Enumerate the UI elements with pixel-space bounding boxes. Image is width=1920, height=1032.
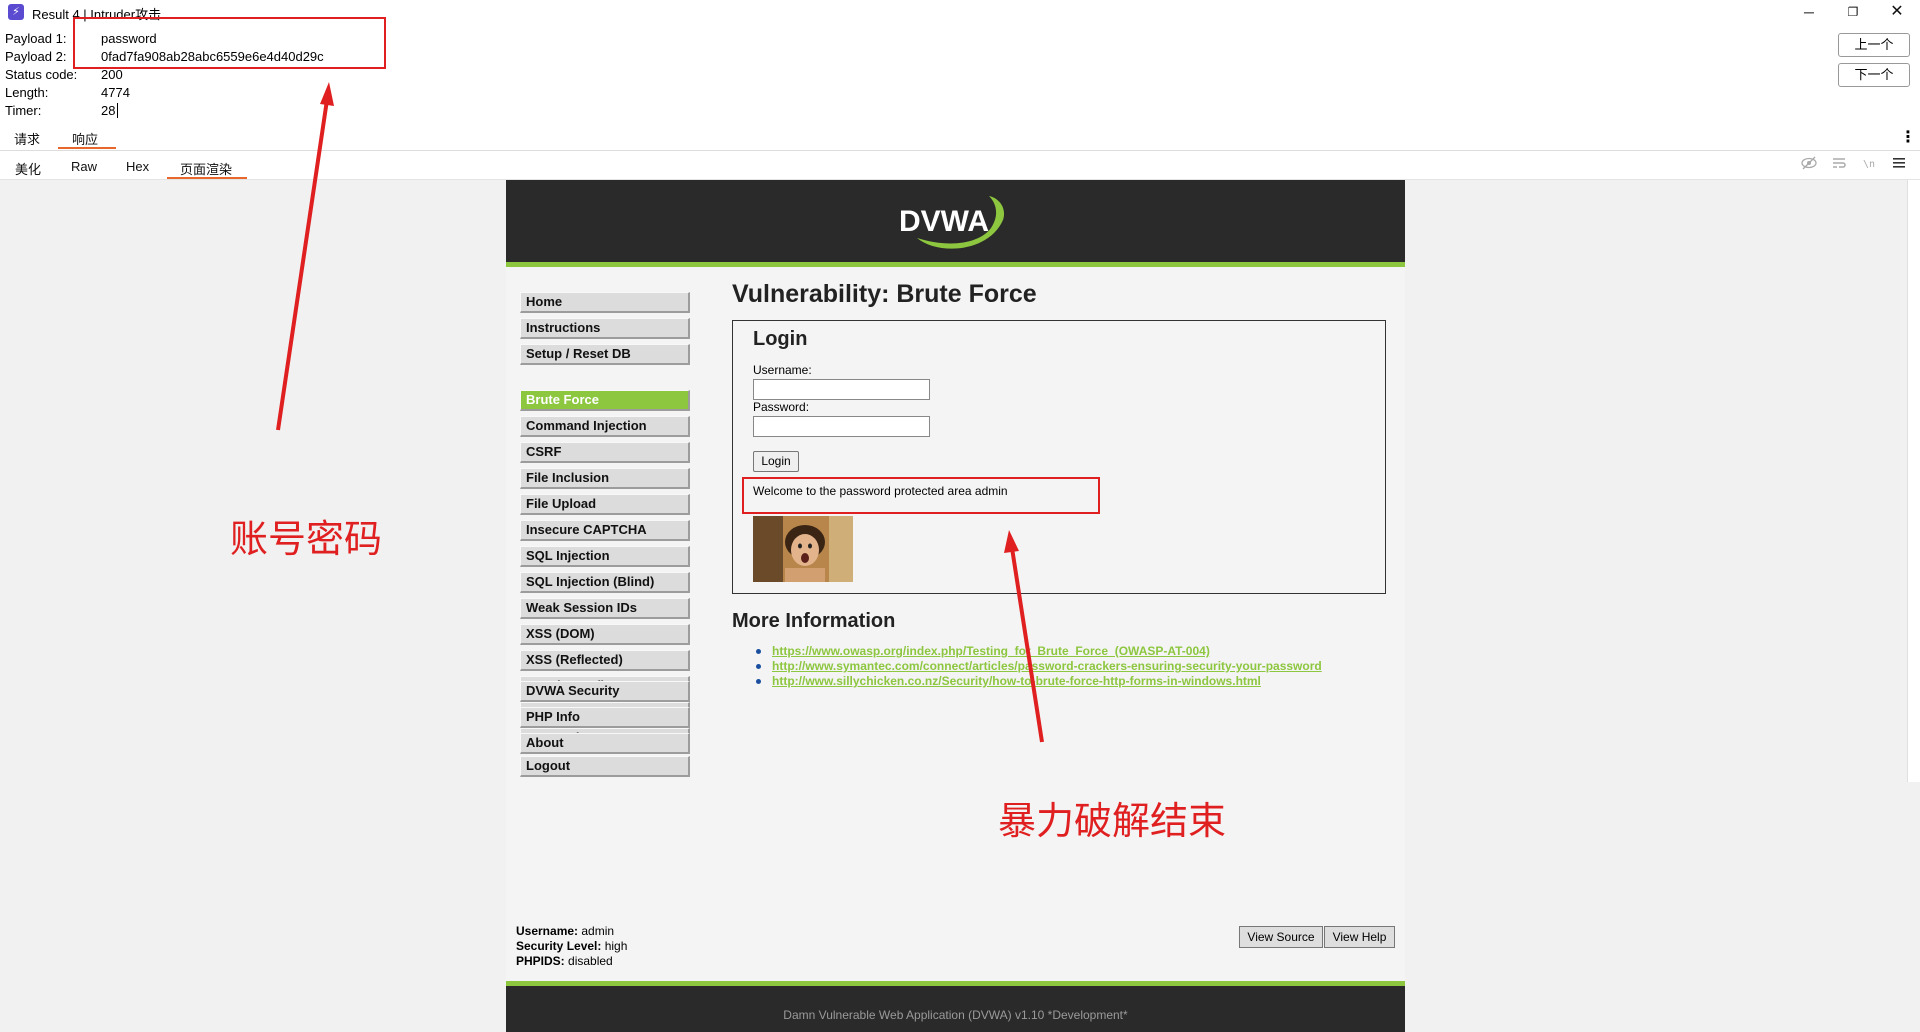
svg-text:\n: \n: [1863, 159, 1875, 170]
sidebar-item-weak-session-ids[interactable]: Weak Session IDs: [520, 598, 690, 619]
vertical-scrollbar[interactable]: [1907, 180, 1920, 782]
credentials-highlight-box: [73, 17, 386, 69]
more-options-icon[interactable]: ⋮: [1900, 127, 1916, 147]
login-title: Login: [753, 328, 808, 350]
dvwa-page: DVWA Home Instructions Setup / Reset DB Bru…: [506, 180, 1405, 1032]
footer-security-label: Security Level:: [516, 939, 602, 953]
minimize-button[interactable]: ─: [1786, 0, 1832, 24]
sidebar-item-sql-injection-blind[interactable]: SQL Injection (Blind): [520, 572, 690, 593]
owasp-link[interactable]: https://www.owasp.org/index.php/Testing_…: [772, 644, 1210, 658]
welcome-highlight-box: [742, 477, 1100, 514]
sidebar-item-home[interactable]: Home: [520, 292, 690, 313]
view-source-button[interactable]: View Source: [1239, 926, 1323, 948]
sidebar-item-file-inclusion[interactable]: File Inclusion: [520, 468, 690, 489]
text-caret: [117, 103, 118, 118]
header-accent-line: [506, 262, 1405, 267]
password-label: Password:: [753, 400, 810, 414]
timer-value: 28: [101, 103, 116, 118]
footer-phpids-label: PHPIDS:: [516, 954, 565, 968]
dvwa-logo: DVWA: [899, 196, 1005, 249]
status-code-label: Status code:: [5, 67, 78, 82]
sidebar-item-php-info[interactable]: PHP Info: [520, 707, 690, 728]
hide-icon[interactable]: [1799, 156, 1819, 174]
divider: [0, 150, 1920, 151]
footer-text: Damn Vulnerable Web Application (DVWA) v…: [783, 1008, 1128, 1022]
footer-security: high: [604, 939, 628, 953]
wrap-icon[interactable]: [1829, 156, 1849, 174]
sidebar-item-setup-reset-db[interactable]: Setup / Reset DB: [520, 344, 690, 365]
sidebar-item-brute-force[interactable]: Brute Force: [520, 390, 690, 411]
view-help-button[interactable]: View Help: [1324, 926, 1395, 948]
footer-username-label: Username:: [516, 924, 579, 938]
previous-button[interactable]: 上一个: [1838, 33, 1910, 57]
next-button[interactable]: 下一个: [1838, 63, 1910, 87]
status-code-value: 200: [101, 67, 123, 82]
username-input[interactable]: [753, 379, 930, 400]
sidebar-item-instructions[interactable]: Instructions: [520, 318, 690, 339]
list-bullet: [756, 679, 761, 684]
list-bullet: [756, 649, 761, 654]
admin-avatar: [753, 516, 853, 582]
password-input[interactable]: [753, 416, 930, 437]
payload2-label: Payload 2:: [5, 49, 67, 64]
tab-response[interactable]: 响应: [72, 129, 98, 148]
payload1-label: Payload 1:: [5, 31, 67, 46]
sidebar-item-insecure-captcha[interactable]: Insecure CAPTCHA: [520, 520, 690, 541]
sidebar-item-xss-dom[interactable]: XSS (DOM): [520, 624, 690, 645]
footer-phpids: disabled: [568, 954, 613, 968]
tab-raw[interactable]: Raw: [71, 159, 97, 174]
login-panel: Login Username: Password: Login Welcome …: [732, 320, 1386, 594]
newline-icon[interactable]: \n: [1859, 156, 1879, 174]
length-label: Length:: [5, 85, 49, 100]
sidebar-item-file-upload[interactable]: File Upload: [520, 494, 690, 515]
menu-icon[interactable]: [1889, 156, 1909, 174]
active-tab-indicator: [58, 147, 116, 149]
session-info: Username: admin Security Level: high PHP…: [516, 924, 627, 969]
more-information-heading: More Information: [732, 610, 896, 632]
timer-label: Timer:: [5, 103, 42, 118]
close-button[interactable]: ✕: [1874, 0, 1920, 24]
tab-request[interactable]: 请求: [14, 129, 40, 148]
footer-username: admin: [581, 924, 615, 938]
dvwa-header: DVWA: [506, 180, 1405, 262]
length-value: 4774: [101, 85, 130, 100]
symantec-link[interactable]: http://www.symantec.com/connect/articles…: [772, 659, 1322, 673]
sillychicken-link[interactable]: http://www.sillychicken.co.nz/Security/h…: [772, 674, 1261, 688]
sidebar-item-sql-injection[interactable]: SQL Injection: [520, 546, 690, 567]
burp-icon: ⚡: [8, 4, 24, 20]
username-label: Username:: [753, 363, 812, 377]
sidebar-item-about[interactable]: About: [520, 733, 690, 754]
tab-pretty[interactable]: 美化: [15, 159, 41, 178]
maximize-button[interactable]: ❐: [1830, 0, 1876, 24]
credentials-annotation: 账号密码: [230, 517, 383, 561]
sidebar-item-csrf[interactable]: CSRF: [520, 442, 690, 463]
dvwa-logo-text: DVWA: [899, 205, 989, 238]
list-bullet: [756, 664, 761, 669]
sidebar-item-logout[interactable]: Logout: [520, 756, 690, 777]
login-button[interactable]: Login: [753, 451, 799, 472]
sidebar-item-dvwa-security[interactable]: DVWA Security: [520, 681, 690, 702]
sidebar-item-xss-reflected[interactable]: XSS (Reflected): [520, 650, 690, 671]
tab-hex[interactable]: Hex: [126, 159, 149, 174]
sidebar-item-command-injection[interactable]: Command Injection: [520, 416, 690, 437]
page-title: Vulnerability: Brute Force: [732, 280, 1037, 308]
done-annotation: 暴力破解结束: [998, 799, 1227, 843]
tab-render[interactable]: 页面渲染: [180, 159, 232, 178]
